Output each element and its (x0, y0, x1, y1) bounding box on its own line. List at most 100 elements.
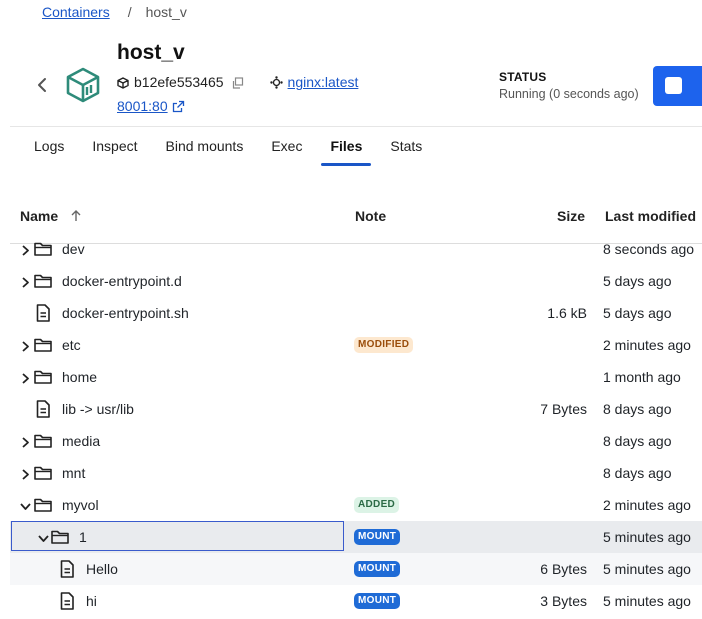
copy-icon[interactable] (232, 76, 244, 89)
last-modified: 5 minutes ago (603, 529, 691, 545)
container-name: host_v (117, 41, 185, 64)
chevron-right-icon[interactable] (20, 339, 31, 352)
file-name: 1 (79, 529, 87, 545)
file-name: media (62, 433, 101, 449)
file-size: 7 Bytes (540, 401, 587, 417)
container-icon (66, 67, 100, 103)
file-size: 3 Bytes (540, 593, 587, 609)
note-badge-mount: MOUNT (354, 561, 401, 577)
last-modified: 2 minutes ago (603, 337, 691, 353)
column-header-size[interactable]: Size (557, 208, 585, 224)
status-label: STATUS (499, 70, 547, 84)
tab-files[interactable]: Files (316, 138, 376, 166)
tab-bind-mounts[interactable]: Bind mounts (152, 138, 258, 154)
table-row[interactable]: myvol ADDED 2 minutes ago (10, 489, 702, 521)
note-badge-modified: MODIFIED (354, 337, 414, 353)
file-icon (57, 559, 77, 579)
last-modified: 5 days ago (603, 305, 672, 321)
cube-icon (117, 76, 129, 89)
external-link-icon (172, 100, 184, 112)
last-modified: 8 days ago (603, 465, 672, 481)
folder-icon (33, 271, 53, 291)
table-row[interactable]: Hello MOUNT 6 Bytes 5 minutes ago (10, 553, 702, 585)
file-name: etc (62, 337, 81, 353)
column-header-note[interactable]: Note (355, 208, 386, 224)
chevron-down-icon[interactable] (20, 499, 31, 510)
last-modified: 5 minutes ago (603, 593, 691, 609)
header-divider (10, 126, 702, 127)
file-name: hi (86, 593, 97, 609)
file-name: dev (62, 241, 85, 257)
last-modified: 5 minutes ago (603, 561, 691, 577)
arrow-up-icon[interactable] (70, 210, 82, 222)
chevron-right-icon[interactable] (20, 435, 31, 448)
breadcrumb-separator: / (127, 4, 132, 20)
file-table-body: dev 8 seconds ago docker-entrypoint.d 5 day… (10, 232, 702, 619)
file-icon (33, 399, 53, 419)
folder-icon (33, 335, 53, 355)
note-badge-added: ADDED (354, 497, 400, 513)
back-chevron-icon[interactable] (33, 74, 53, 96)
table-row[interactable]: hi MOUNT 3 Bytes 5 minutes ago (10, 585, 702, 617)
port-label: 8001:80 (117, 98, 168, 114)
chevron-right-icon[interactable] (20, 275, 31, 288)
column-header-modified[interactable]: Last modified (605, 208, 696, 224)
chevron-right-icon[interactable] (20, 243, 31, 256)
table-row[interactable]: media 8 days ago (10, 425, 702, 457)
chevron-right-icon[interactable] (20, 467, 31, 480)
table-row[interactable]: lib -> usr/lib 7 Bytes 8 days ago (10, 393, 702, 425)
file-size: 1.6 kB (547, 305, 587, 321)
status-value: Running (0 seconds ago) (499, 87, 639, 101)
table-row[interactable]: 1 MOUNT 5 minutes ago (10, 521, 702, 553)
folder-icon (33, 239, 53, 259)
stop-icon (665, 77, 682, 94)
file-name: docker-entrypoint.d (62, 273, 182, 289)
image-link[interactable]: nginx:latest (288, 74, 359, 90)
column-header-name[interactable]: Name (20, 208, 82, 224)
file-name: docker-entrypoint.sh (62, 305, 189, 321)
port-link[interactable]: 8001:80 (117, 98, 185, 114)
table-row[interactable]: mnt 8 days ago (10, 457, 702, 489)
chevron-right-icon[interactable] (20, 371, 31, 384)
last-modified: 8 days ago (603, 401, 672, 417)
file-name: home (62, 369, 98, 385)
breadcrumb: Containers / host_v (42, 4, 187, 20)
last-modified: 8 days ago (603, 433, 672, 449)
tab-bar: Logs Inspect Bind mounts Exec Files Stats (20, 138, 436, 166)
table-row[interactable]: etc MODIFIED 2 minutes ago (10, 329, 702, 361)
file-size: 6 Bytes (540, 561, 587, 577)
folder-icon (50, 527, 70, 547)
file-icon (33, 303, 53, 323)
breadcrumb-current: host_v (145, 4, 187, 20)
stop-button[interactable] (653, 66, 702, 106)
table-row[interactable]: docker-entrypoint.d 5 days ago (10, 265, 702, 297)
column-header-name-label: Name (20, 208, 59, 224)
file-icon (57, 591, 77, 611)
table-row[interactable]: dev 8 seconds ago (10, 233, 702, 265)
table-row[interactable]: docker-entrypoint.sh 1.6 kB 5 days ago (10, 297, 702, 329)
table-row[interactable]: home 1 month ago (10, 361, 702, 393)
last-modified: 8 seconds ago (603, 241, 695, 257)
tab-logs[interactable]: Logs (20, 138, 78, 154)
image-layers-icon (269, 75, 283, 89)
tab-exec[interactable]: Exec (257, 138, 316, 154)
last-modified: 5 days ago (603, 273, 672, 289)
breadcrumb-containers-link[interactable]: Containers (42, 4, 110, 20)
last-modified: 1 month ago (603, 369, 681, 385)
container-id: b12efe553465 (134, 74, 224, 90)
container-meta: b12efe553465 nginx:latest (117, 74, 358, 90)
chevron-down-icon[interactable] (38, 531, 49, 542)
file-name: mnt (62, 465, 86, 481)
tab-stats[interactable]: Stats (376, 138, 436, 154)
tab-inspect[interactable]: Inspect (78, 138, 151, 154)
folder-icon (33, 367, 53, 387)
folder-icon (33, 431, 53, 451)
folder-icon (33, 495, 53, 515)
note-badge-mount: MOUNT (354, 593, 401, 609)
folder-icon (33, 463, 53, 483)
file-name: lib -> usr/lib (62, 401, 134, 417)
note-badge-mount: MOUNT (354, 529, 401, 545)
file-name: myvol (62, 497, 99, 513)
last-modified: 2 minutes ago (603, 497, 691, 513)
file-name: Hello (86, 561, 118, 577)
